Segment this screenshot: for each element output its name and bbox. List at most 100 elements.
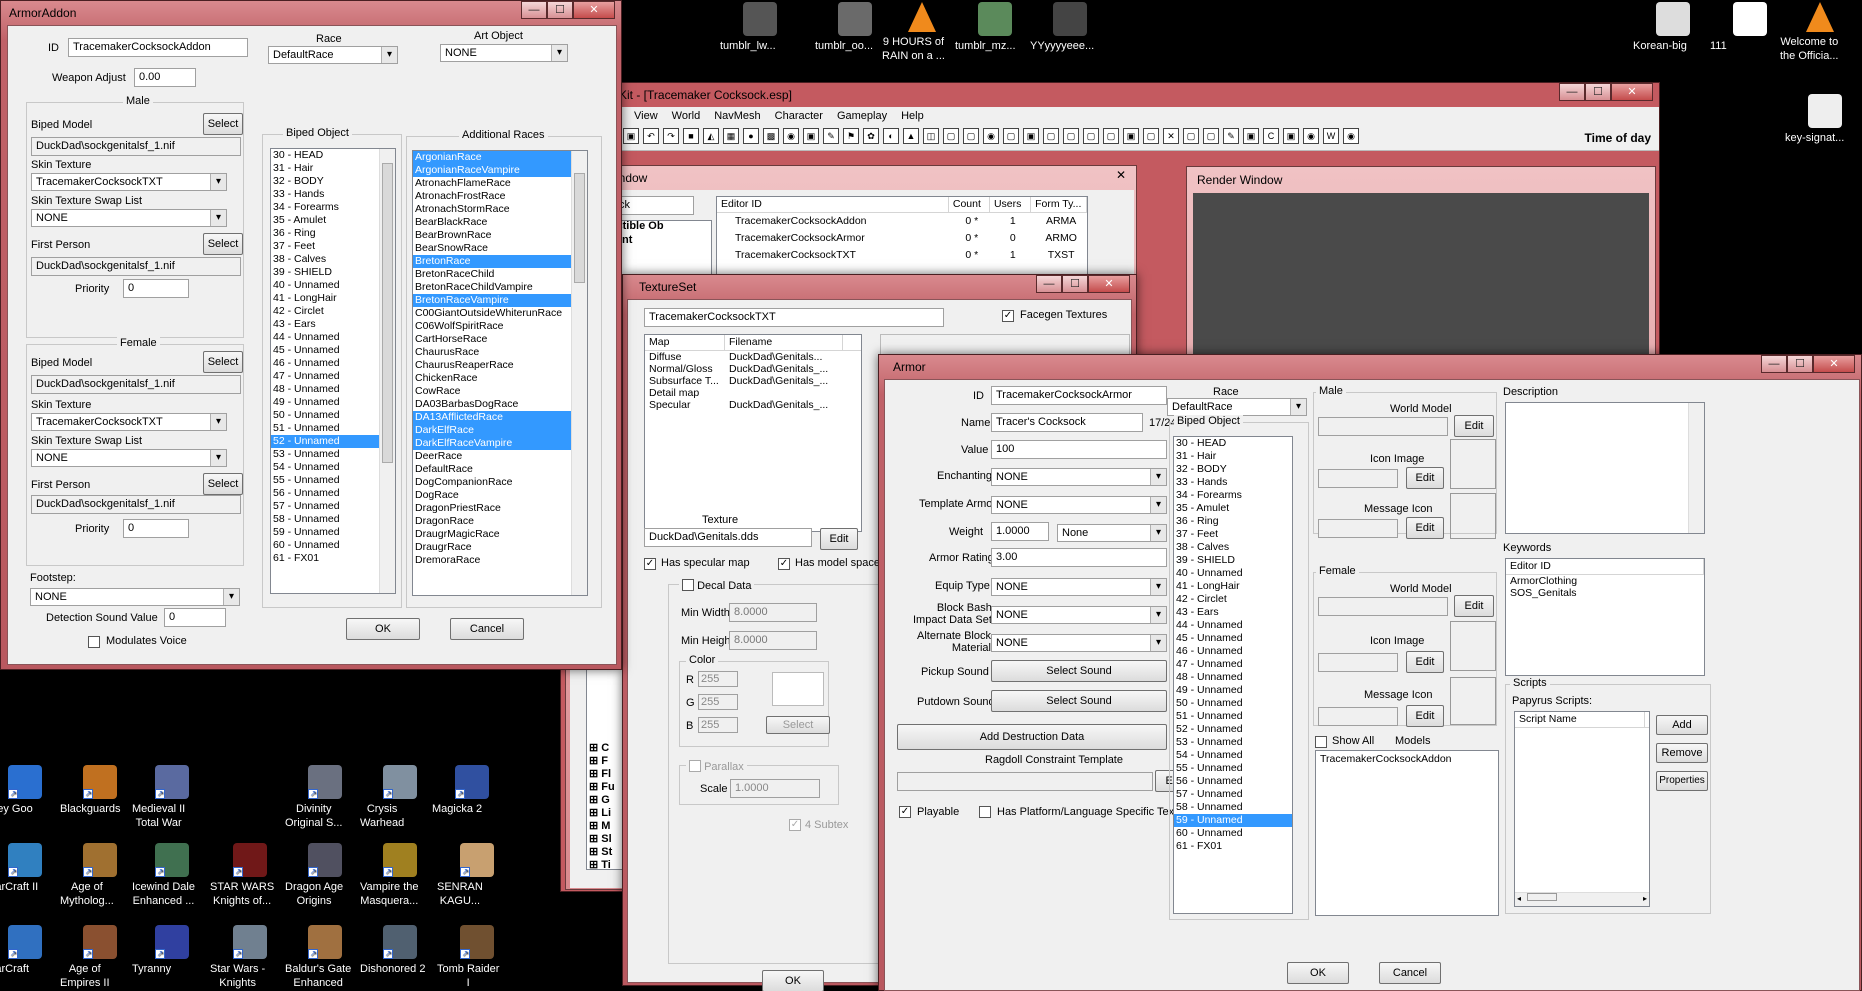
armor-biped-slot-item[interactable]: 36 - Ring	[1174, 515, 1292, 528]
putdown-sound-button[interactable]: Select Sound	[991, 690, 1167, 712]
armor-biped-slot-item[interactable]: 52 - Unnamed	[1174, 723, 1292, 736]
minimize-button[interactable]: —	[521, 1, 547, 19]
texture-map-row[interactable]: Normal/Gloss DuckDad\Genitals_...	[645, 363, 861, 375]
desktop-shortcut[interactable]: ↗ Age of Mytholog...	[60, 843, 140, 907]
scripts-list[interactable]: Script Name ◂ ▸	[1514, 711, 1650, 907]
desktop-icon[interactable]: key-signat...	[1785, 94, 1862, 144]
close-button[interactable]: ✕	[1088, 275, 1130, 293]
armor-biped-slot-item[interactable]: 51 - Unnamed	[1174, 710, 1292, 723]
toolbar-tool-icon[interactable]: ◐	[883, 128, 899, 144]
r-input[interactable]: 255	[698, 671, 738, 687]
male-priority-input[interactable]: 0	[123, 279, 189, 298]
subtex-checkbox[interactable]: ✓	[789, 819, 801, 831]
toolbar-tool-icon[interactable]: ▩	[763, 128, 779, 144]
keywords-list[interactable]: Editor ID ArmorClothing SOS_Genitals	[1505, 558, 1705, 676]
race-item[interactable]: AtronachFlameRace	[413, 177, 571, 190]
toolbar-tool-icon[interactable]: ▢	[963, 128, 979, 144]
description-textarea[interactable]	[1505, 402, 1705, 534]
texture-path-input[interactable]: DuckDad\Genitals.dds	[644, 528, 812, 547]
addon-cancel-button[interactable]: Cancel	[450, 618, 524, 640]
menu-item[interactable]: NavMesh	[714, 107, 760, 125]
female-icon-image-edit-button[interactable]: Edit	[1406, 651, 1444, 673]
desktop-shortcut[interactable]: ↗ Star Wars - Knights	[210, 925, 290, 989]
armor-biped-slot-item[interactable]: 30 - HEAD	[1174, 437, 1292, 450]
armor-biped-slot-item[interactable]: 41 - LongHair	[1174, 580, 1292, 593]
expand-icon[interactable]: ⊞	[589, 755, 601, 767]
desktop-shortcut[interactable]: ↗ Dishonored 2	[360, 925, 440, 975]
column-header[interactable]: Editor ID	[717, 197, 949, 212]
addon-biped-list[interactable]: 30 - HEAD 31 - Hair 32 - BODY 33 - Hands 34 …	[270, 148, 396, 594]
maximize-button[interactable]: ☐	[1062, 275, 1088, 293]
scale-input[interactable]: 1.0000	[730, 779, 820, 798]
close-button[interactable]: ✕	[1813, 355, 1855, 373]
object-filter-input[interactable]: ck	[614, 196, 694, 215]
alt-block-dropdown[interactable]: NONE	[991, 634, 1167, 652]
menu-item[interactable]: Help	[901, 107, 924, 125]
race-item[interactable]: DarkElfRaceVampire	[413, 437, 571, 450]
toolbar-tool-icon[interactable]: ▦	[723, 128, 739, 144]
desktop-shortcut[interactable]: ↗ Grey Goo	[0, 765, 65, 815]
toolbar-tool-icon[interactable]: ▣	[803, 128, 819, 144]
armor-biped-slot-item[interactable]: 58 - Unnamed	[1174, 801, 1292, 814]
desktop-icon[interactable]: 111	[1710, 2, 1790, 52]
armor-biped-slot-item[interactable]: 31 - Hair	[1174, 450, 1292, 463]
biped-slot-item[interactable]: 32 - BODY	[271, 175, 379, 188]
modulates-voice-checkbox[interactable]	[88, 636, 100, 648]
armor-cancel-button[interactable]: Cancel	[1379, 962, 1441, 984]
maximize-button[interactable]: ☐	[1787, 355, 1813, 373]
min-width-input[interactable]: 8.0000	[729, 603, 817, 622]
race-item[interactable]: DraugrRace	[413, 541, 571, 554]
weight-input[interactable]: 1.0000	[991, 522, 1049, 541]
biped-slot-item[interactable]: 55 - Unnamed	[271, 474, 379, 487]
model-item[interactable]: TracemakerCocksockAddon	[1316, 754, 1498, 765]
block-bash-dropdown[interactable]: NONE	[991, 606, 1167, 624]
models-list[interactable]: TracemakerCocksockAddon	[1315, 750, 1499, 916]
toolbar-tool-icon[interactable]: ▣	[1283, 128, 1299, 144]
toolbar-tool-icon[interactable]: ▢	[1183, 128, 1199, 144]
armor-race-dropdown[interactable]: DefaultRace	[1167, 398, 1307, 416]
column-header[interactable]: Users	[990, 197, 1032, 212]
race-item[interactable]: DremoraRace	[413, 554, 571, 567]
desktop-icon[interactable]: tumblr_lw...	[720, 2, 800, 52]
toolbar-tool-icon[interactable]: ▣	[1023, 128, 1039, 144]
desktop-icon[interactable]: Welcome to the Officia...	[1780, 2, 1860, 62]
footstep-dropdown[interactable]: NONE	[30, 588, 240, 606]
texture-edit-button[interactable]: Edit	[820, 528, 858, 550]
toolbar-tool-icon[interactable]: W	[1323, 128, 1339, 144]
addon-ok-button[interactable]: OK	[346, 618, 420, 640]
race-item[interactable]: ChaurusReaperRace	[413, 359, 571, 372]
maximize-button[interactable]: ☐	[1585, 83, 1611, 101]
value-input[interactable]: 100	[991, 440, 1167, 459]
biped-slot-item[interactable]: 41 - LongHair	[271, 292, 379, 305]
decal-data-checkbox[interactable]	[682, 579, 694, 591]
biped-slot-item[interactable]: 60 - Unnamed	[271, 539, 379, 552]
biped-slot-item[interactable]: 31 - Hair	[271, 162, 379, 175]
maximize-button[interactable]: ☐	[547, 1, 573, 19]
armor-id-input[interactable]: TracemakerCocksockArmor	[991, 386, 1167, 405]
table-row[interactable]: TracemakerCocksockTXT 0 * 1 TXST	[717, 247, 1087, 264]
script-properties-button[interactable]: Properties	[1656, 771, 1708, 791]
toolbar-tool-icon[interactable]: ▢	[1143, 128, 1159, 144]
toolbar-tool-icon[interactable]: ▢	[1203, 128, 1219, 144]
detection-sound-input[interactable]: 0	[164, 608, 226, 627]
armor-rating-input[interactable]: 3.00	[991, 548, 1167, 567]
weight-type-dropdown[interactable]: None	[1057, 524, 1167, 542]
close-button[interactable]: ✕	[573, 1, 615, 19]
keyword-row[interactable]: SOS_Genitals	[1506, 587, 1704, 599]
biped-slot-item[interactable]: 53 - Unnamed	[271, 448, 379, 461]
armor-biped-slot-item[interactable]: 50 - Unnamed	[1174, 697, 1292, 710]
armor-biped-list[interactable]: 30 - HEAD 31 - Hair 32 - BODY 33 - Hands 34 …	[1173, 436, 1293, 914]
race-item[interactable]: ChaurusRace	[413, 346, 571, 359]
expand-icon[interactable]: ⊞	[589, 846, 601, 858]
desktop-icon[interactable]: 9 HOURS of RAIN on a ...	[882, 2, 962, 62]
expand-icon[interactable]: ⊞	[589, 768, 601, 780]
armor-biped-slot-item[interactable]: 56 - Unnamed	[1174, 775, 1292, 788]
armor-biped-slot-item[interactable]: 60 - Unnamed	[1174, 827, 1292, 840]
minimize-button[interactable]: —	[1036, 275, 1062, 293]
male-first-person-select-button[interactable]: Select	[203, 233, 243, 255]
race-item[interactable]: DogRace	[413, 489, 571, 502]
has-model-space-checkbox[interactable]: ✓	[778, 558, 790, 570]
armor-ok-button[interactable]: OK	[1287, 962, 1349, 984]
biped-slot-item[interactable]: 34 - Forearms	[271, 201, 379, 214]
biped-slot-item[interactable]: 57 - Unnamed	[271, 500, 379, 513]
